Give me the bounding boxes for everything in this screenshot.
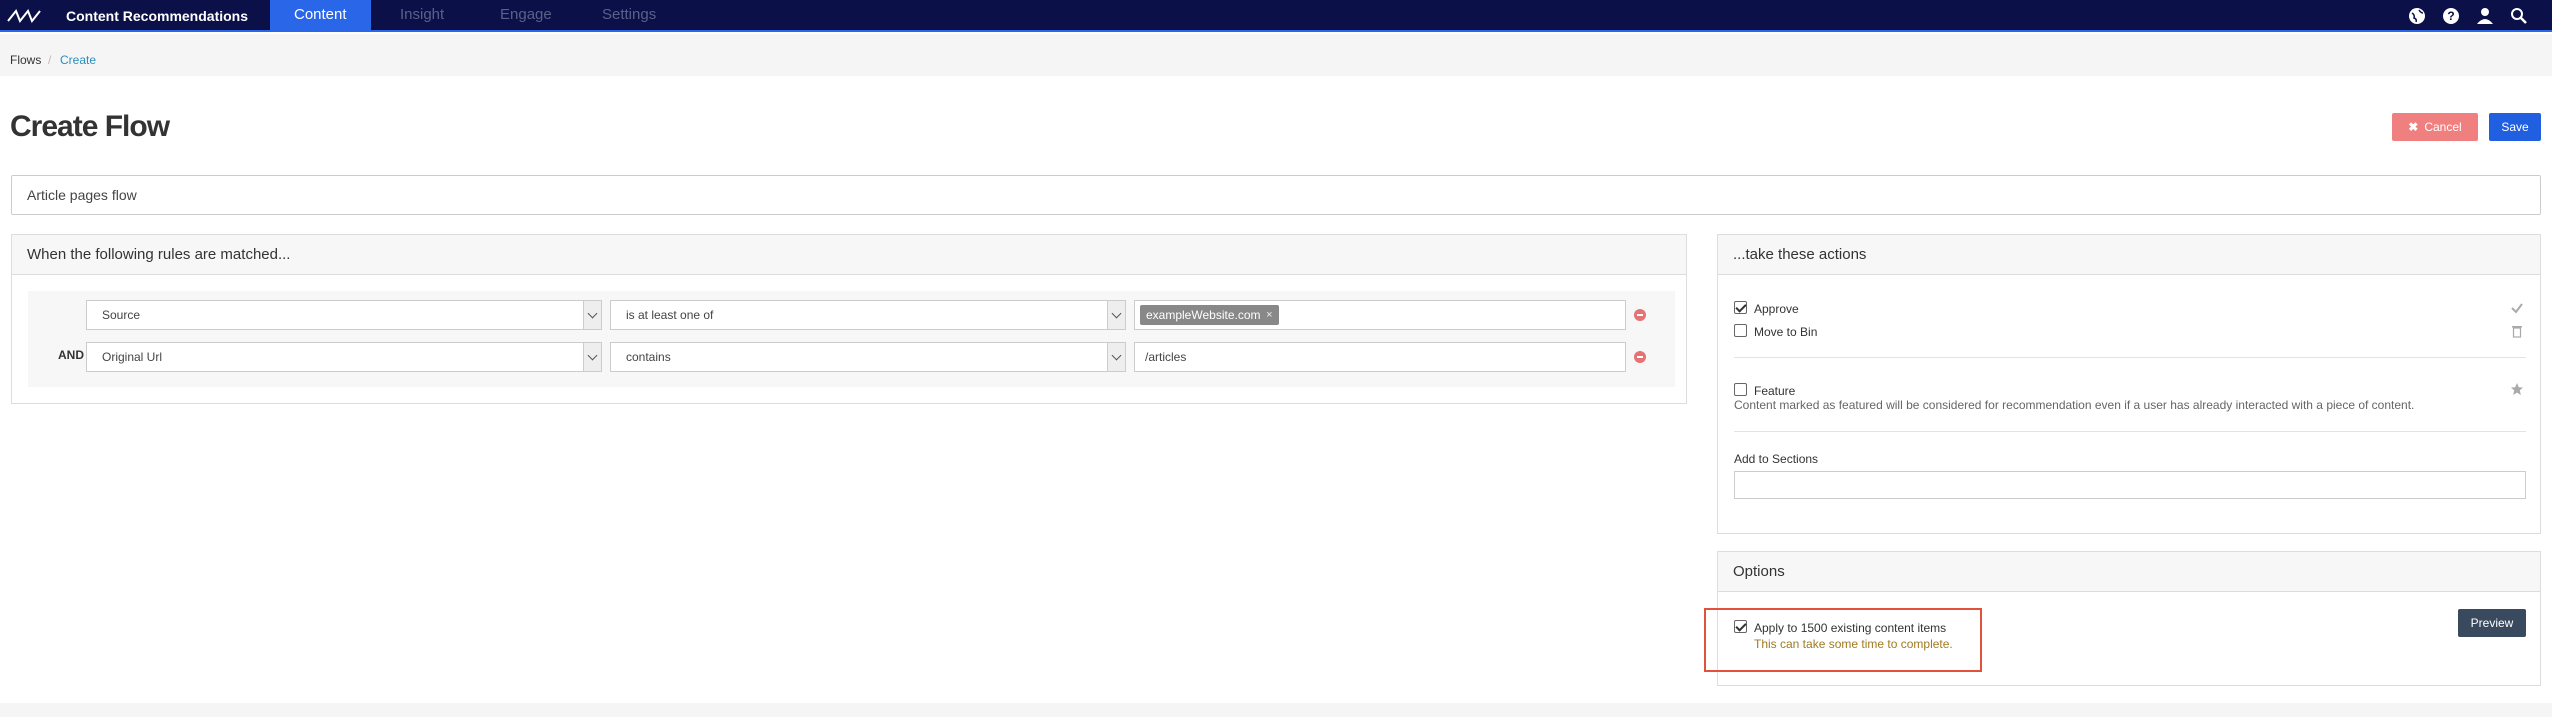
rule-field-select[interactable]: Source [86,300,602,330]
breadcrumb-separator: / [48,53,52,67]
footer [0,703,2552,717]
move-to-bin-checkbox[interactable] [1734,324,1747,337]
breadcrumb [0,34,2552,76]
rule-operator-select[interactable]: is at least one of [610,300,1126,330]
brand-name[interactable]: Content Recommendations [66,8,248,24]
flow-name-input[interactable]: Article pages flow [11,175,2541,215]
chevron-down-icon [1107,301,1125,329]
help-icon[interactable]: ? [2440,5,2462,27]
logo-icon[interactable] [6,7,46,25]
close-icon: ✖ [2408,120,2419,134]
divider [1734,431,2526,432]
actions-heading: ...take these actions [1718,235,2540,275]
options-heading: Options [1718,552,2540,592]
value-tag-label: exampleWebsite.com [1146,308,1261,322]
cancel-label: Cancel [2424,120,2462,134]
breadcrumb-create: Create [60,53,97,67]
sections-input[interactable] [1734,471,2526,499]
top-nav-bar: Content Recommendations Content Insight … [0,0,2552,32]
rule-field-value: Original Url [102,350,163,364]
approve-label: Approve [1754,302,1799,316]
add-to-sections-label: Add to Sections [1734,452,1819,466]
actions-panel: ...take these actions Approve Move to Bi… [1717,234,2541,534]
tab-settings[interactable]: Settings [578,0,680,32]
tag-remove-icon[interactable]: × [1266,305,1272,325]
feature-label: Feature [1754,384,1796,398]
move-to-bin-label: Move to Bin [1754,325,1818,339]
chevron-down-icon [583,343,601,371]
rule-value-input[interactable]: /articles [1134,342,1626,372]
tab-content[interactable]: Content [270,0,371,32]
rule-value-tags-input[interactable]: exampleWebsite.com × [1134,300,1626,330]
svg-text:?: ? [2447,9,2454,23]
rule-operator-value: contains [626,350,671,364]
check-icon [2511,303,2523,314]
rule-operator-select[interactable]: contains [610,342,1126,372]
highlight-box [1704,608,1982,672]
rules-heading: When the following rules are matched... [12,235,1686,275]
remove-rule-icon[interactable] [1634,351,1646,363]
chevron-down-icon [1107,343,1125,371]
save-button[interactable]: Save [2489,113,2541,141]
rule-operator-value: is at least one of [626,308,714,322]
rules-panel: When the following rules are matched... … [11,234,1687,404]
value-tag: exampleWebsite.com × [1140,305,1279,325]
rules-list: Source is at least one of exampleWebsite… [28,291,1675,387]
chevron-down-icon [583,301,601,329]
page-title: Create Flow [10,110,170,143]
rule-connector: AND [58,348,84,362]
tab-engage[interactable]: Engage [476,0,576,32]
globe-icon[interactable] [2406,5,2428,27]
rule-field-select[interactable]: Original Url [86,342,602,372]
tab-insight[interactable]: Insight [376,0,468,32]
cancel-button[interactable]: ✖ Cancel [2392,113,2478,141]
trash-icon [2512,326,2522,338]
approve-checkbox[interactable] [1734,301,1747,314]
divider [1734,357,2526,358]
remove-rule-icon[interactable] [1634,309,1646,321]
preview-button[interactable]: Preview [2458,609,2526,637]
feature-description: Content marked as featured will be consi… [1734,398,2415,412]
rule-field-value: Source [102,308,141,322]
search-icon[interactable] [2508,5,2530,27]
breadcrumb-flows[interactable]: Flows [10,53,41,67]
feature-checkbox[interactable] [1734,383,1747,396]
user-icon[interactable] [2474,5,2496,27]
star-icon [2511,383,2523,395]
